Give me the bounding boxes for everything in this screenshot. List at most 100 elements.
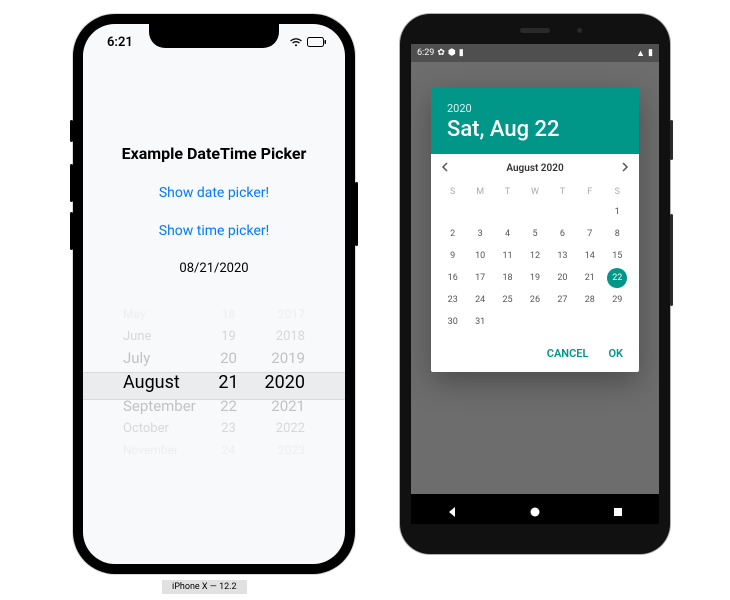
page-title: Example DateTime Picker bbox=[83, 144, 345, 163]
calendar-day[interactable]: 5 bbox=[525, 224, 545, 244]
wheel-day[interactable]: 24 bbox=[206, 443, 251, 457]
prev-month-button[interactable] bbox=[435, 162, 455, 175]
recents-nav-button[interactable] bbox=[612, 503, 624, 515]
calendar-day[interactable]: 26 bbox=[525, 290, 545, 310]
weekday-header: S bbox=[604, 183, 631, 201]
signal-icon: ▲ bbox=[636, 48, 645, 59]
calendar-day[interactable]: 14 bbox=[580, 246, 600, 266]
wheel-month[interactable]: October bbox=[119, 421, 206, 436]
wheel-year[interactable]: 2022 bbox=[251, 421, 309, 436]
wheel-row[interactable]: May182017 bbox=[119, 303, 309, 325]
bug-icon: ⬢ bbox=[448, 48, 456, 58]
weekday-header: W bbox=[521, 183, 548, 201]
calendar-day[interactable]: 15 bbox=[607, 246, 627, 266]
wheel-month[interactable]: August bbox=[119, 372, 206, 393]
header-year[interactable]: 2020 bbox=[447, 102, 623, 115]
show-time-picker-button[interactable]: Show time picker! bbox=[83, 223, 345, 239]
calendar-day[interactable]: 27 bbox=[552, 290, 572, 310]
calendar-day[interactable]: 17 bbox=[470, 268, 490, 288]
wheel-day[interactable]: 19 bbox=[206, 329, 251, 344]
android-speaker bbox=[520, 28, 550, 33]
weekday-header: T bbox=[549, 183, 576, 201]
calendar-day[interactable]: 4 bbox=[498, 224, 518, 244]
ios-date-wheel[interactable]: May182017June192018July202019August21202… bbox=[83, 294, 345, 470]
android-camera-dot bbox=[577, 28, 582, 33]
calendar-day[interactable]: 1 bbox=[607, 202, 627, 222]
wheel-row[interactable]: August212020 bbox=[119, 369, 309, 395]
wheel-year[interactable]: 2017 bbox=[251, 307, 309, 321]
chevron-left-icon bbox=[441, 162, 449, 172]
calendar-day[interactable]: 9 bbox=[443, 246, 463, 266]
wifi-icon bbox=[289, 37, 303, 47]
header-date[interactable]: Sat, Aug 22 bbox=[447, 117, 623, 142]
calendar-day[interactable]: 11 bbox=[498, 246, 518, 266]
back-nav-button[interactable] bbox=[446, 503, 458, 515]
show-date-picker-button[interactable]: Show date picker! bbox=[83, 185, 345, 201]
android-status-bar: 6:29 ✿ ⬢ ▮ ▲ ▮ bbox=[411, 44, 659, 62]
calendar-day[interactable]: 21 bbox=[580, 268, 600, 288]
android-navbar bbox=[411, 494, 659, 524]
iphone-silence-switch bbox=[70, 120, 73, 142]
calendar-day[interactable]: 29 bbox=[607, 290, 627, 310]
wheel-year[interactable]: 2018 bbox=[251, 329, 309, 344]
wheel-row[interactable]: October232022 bbox=[119, 417, 309, 439]
wheel-year[interactable]: 2023 bbox=[251, 443, 309, 457]
weekday-header: S bbox=[439, 183, 466, 201]
weekday-header: F bbox=[576, 183, 603, 201]
calendar-day[interactable]: 10 bbox=[470, 246, 490, 266]
wheel-day[interactable]: 18 bbox=[206, 307, 251, 321]
gear-icon: ✿ bbox=[437, 48, 445, 58]
battery-icon: ▮ bbox=[648, 48, 653, 58]
calendar-day[interactable]: 3 bbox=[470, 224, 490, 244]
android-power-button bbox=[670, 120, 673, 160]
wheel-row[interactable]: November242023 bbox=[119, 439, 309, 461]
cancel-button[interactable]: CANCEL bbox=[547, 347, 589, 360]
calendar-day[interactable]: 2 bbox=[443, 224, 463, 244]
wheel-year[interactable]: 2020 bbox=[251, 372, 309, 393]
wheel-row[interactable]: June192018 bbox=[119, 325, 309, 347]
iphone-power-button bbox=[355, 182, 358, 246]
calendar-day[interactable]: 24 bbox=[470, 290, 490, 310]
wheel-year[interactable]: 2019 bbox=[251, 349, 309, 367]
calendar-day[interactable]: 8 bbox=[607, 224, 627, 244]
wheel-day[interactable]: 20 bbox=[206, 349, 251, 367]
calendar-day[interactable]: 7 bbox=[580, 224, 600, 244]
wheel-year[interactable]: 2021 bbox=[251, 397, 309, 415]
calendar-day[interactable]: 13 bbox=[552, 246, 572, 266]
calendar-day[interactable]: 18 bbox=[498, 268, 518, 288]
wheel-row[interactable]: July202019 bbox=[119, 347, 309, 369]
wheel-month[interactable]: November bbox=[119, 443, 206, 457]
calendar-day[interactable]: 31 bbox=[470, 312, 490, 332]
wheel-month[interactable]: June bbox=[119, 329, 206, 344]
calendar-day[interactable]: 28 bbox=[580, 290, 600, 310]
calendar-day[interactable]: 19 bbox=[525, 268, 545, 288]
next-month-button[interactable] bbox=[615, 162, 635, 175]
calendar-day[interactable]: 6 bbox=[552, 224, 572, 244]
calendar-day[interactable]: 30 bbox=[443, 312, 463, 332]
calendar-day[interactable]: 22 bbox=[607, 268, 627, 288]
iphone-device-frame: 6:21 Example DateTime Picker Show date p… bbox=[73, 14, 355, 574]
android-volume-rocker bbox=[670, 214, 673, 306]
android-status-time: 6:29 bbox=[417, 48, 434, 58]
wheel-day[interactable]: 22 bbox=[206, 397, 251, 415]
app-icon: ▮ bbox=[459, 48, 464, 58]
wheel-row[interactable]: September222021 bbox=[119, 395, 309, 417]
calendar-day[interactable]: 25 bbox=[498, 290, 518, 310]
calendar-day[interactable]: 23 bbox=[443, 290, 463, 310]
wheel-month[interactable]: May bbox=[119, 307, 206, 321]
calendar-day[interactable]: 12 bbox=[525, 246, 545, 266]
iphone-volume-up bbox=[70, 164, 73, 202]
iphone-volume-down bbox=[70, 212, 73, 250]
weekday-header: T bbox=[494, 183, 521, 201]
wheel-month[interactable]: July bbox=[119, 349, 206, 367]
ok-button[interactable]: OK bbox=[608, 347, 623, 360]
calendar-grid: SMTWTFS123456789101112131415161718192021… bbox=[431, 183, 639, 337]
wheel-day[interactable]: 21 bbox=[206, 372, 251, 393]
wheel-day[interactable]: 23 bbox=[206, 421, 251, 436]
android-device-frame: 6:29 ✿ ⬢ ▮ ▲ ▮ 2020 Sat, Aug 22 bbox=[400, 14, 670, 554]
battery-icon bbox=[307, 37, 327, 47]
calendar-day[interactable]: 16 bbox=[443, 268, 463, 288]
calendar-day[interactable]: 20 bbox=[552, 268, 572, 288]
home-nav-button[interactable] bbox=[529, 503, 541, 515]
wheel-month[interactable]: September bbox=[119, 397, 206, 415]
